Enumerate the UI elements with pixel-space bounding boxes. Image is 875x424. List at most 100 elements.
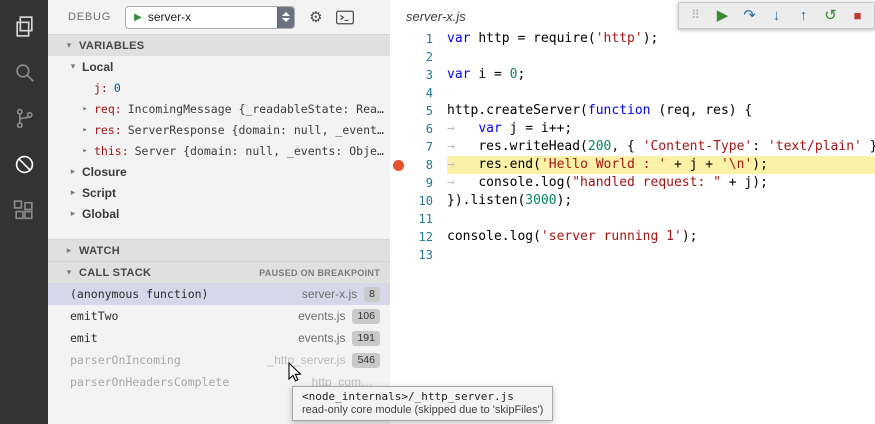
glyph-margin[interactable] — [390, 210, 407, 228]
code-text — [447, 210, 875, 228]
vscode-window: DEBUG ▶ server-x ⚙ ▾ VARIABLES ▾ Local j — [0, 0, 875, 424]
glyph-margin[interactable] — [390, 138, 407, 156]
start-debug-icon[interactable]: ▶ — [126, 12, 148, 23]
code-line[interactable]: 8→ res.end('Hello World : ' + j + '\n'); — [390, 156, 875, 174]
code-line[interactable]: 6→ var j = i++; — [390, 120, 875, 138]
frame-file: _http_server.js — [267, 353, 345, 367]
line-number: 9 — [407, 174, 447, 192]
config-name[interactable]: server-x — [148, 10, 277, 24]
tooltip-description: read-only core module (skipped due to 's… — [302, 404, 543, 416]
step-out-button[interactable]: ↑ — [790, 3, 817, 28]
variable-row-req[interactable]: ▸ req: IncomingMessage {_readableState: … — [48, 98, 390, 119]
step-into-button[interactable]: ↓ — [763, 3, 790, 28]
frame-name: parserOnIncoming — [70, 353, 267, 367]
variables-label: VARIABLES — [79, 40, 144, 52]
frame-file: events.js — [298, 331, 345, 345]
debug-console-icon[interactable] — [335, 9, 355, 26]
variable-row-res[interactable]: ▸ res: ServerResponse {domain: null, _ev… — [48, 119, 390, 140]
continue-button[interactable]: ▶ — [709, 3, 736, 28]
chevron-right-icon[interactable]: ▸ — [80, 125, 90, 135]
glyph-margin[interactable] — [390, 228, 407, 246]
callstack-frame[interactable]: emit events.js 191 — [48, 327, 390, 349]
code-lines: 1var http = require('http');23var i = 0;… — [390, 30, 875, 264]
scope-global[interactable]: ▸ Global — [48, 203, 390, 224]
scope-script[interactable]: ▸ Script — [48, 182, 390, 203]
variable-row-j[interactable]: j: 0 — [48, 77, 390, 98]
search-icon — [12, 60, 37, 90]
frame-line-badge: 8 — [364, 287, 380, 302]
activity-item-explorer[interactable] — [0, 6, 48, 52]
activity-bar — [0, 0, 48, 424]
code-line[interactable]: 7→ res.writeHead(200, { 'Content-Type': … — [390, 138, 875, 156]
git-branch-icon — [12, 106, 37, 136]
variable-value: IncomingMessage {_readableState: Readabl… — [128, 102, 390, 116]
step-over-button[interactable]: ↷ — [736, 3, 763, 28]
code-text: → console.log("handled request: " + j); — [447, 174, 875, 192]
select-arrows-icon[interactable] — [277, 6, 294, 29]
code-text — [447, 48, 875, 66]
breakpoint-icon[interactable] — [390, 156, 407, 174]
glyph-margin[interactable] — [390, 192, 407, 210]
code-line[interactable]: 2 — [390, 48, 875, 66]
watch-section-header[interactable]: ▸ WATCH — [48, 239, 390, 261]
line-number: 4 — [407, 84, 447, 102]
variable-row-this[interactable]: ▸ this: Server {domain: null, _events: O… — [48, 140, 390, 161]
callstack-frame[interactable]: parserOnIncoming _http_server.js 546 — [48, 349, 390, 371]
debug-icon — [12, 152, 37, 182]
frame-name: parserOnHeadersComplete — [70, 375, 305, 389]
line-number: 10 — [407, 192, 447, 210]
scope-label: Closure — [82, 165, 127, 179]
chevron-right-icon[interactable]: ▸ — [80, 104, 90, 114]
stop-button[interactable]: ■ — [844, 3, 871, 28]
glyph-margin[interactable] — [390, 30, 407, 48]
gear-icon[interactable]: ⚙ — [309, 8, 322, 26]
scope-closure[interactable]: ▸ Closure — [48, 161, 390, 182]
code-text: console.log('server running 1'); — [447, 228, 875, 246]
glyph-margin[interactable] — [390, 174, 407, 192]
line-number: 13 — [407, 246, 447, 264]
code-line[interactable]: 12console.log('server running 1'); — [390, 228, 875, 246]
line-number: 12 — [407, 228, 447, 246]
code-text: → res.writeHead(200, { 'Content-Type': '… — [447, 138, 875, 156]
line-number: 8 — [407, 156, 447, 174]
frame-line-badge: 106 — [352, 309, 380, 324]
scope-local[interactable]: ▾ Local — [48, 56, 390, 77]
variable-name: this: — [94, 144, 129, 158]
variables-section-header[interactable]: ▾ VARIABLES — [48, 34, 390, 56]
code-line[interactable]: 10}).listen(3000); — [390, 192, 875, 210]
files-icon — [12, 14, 37, 44]
code-line[interactable]: 3var i = 0; — [390, 66, 875, 84]
activity-item-search[interactable] — [0, 52, 48, 98]
scope-label: Script — [82, 186, 116, 200]
glyph-margin[interactable] — [390, 84, 407, 102]
activity-item-source-control[interactable] — [0, 98, 48, 144]
callstack-frame[interactable]: (anonymous function) server-x.js 8 — [48, 283, 390, 305]
glyph-margin[interactable] — [390, 102, 407, 120]
glyph-margin[interactable] — [390, 48, 407, 66]
drag-handle[interactable]: ⠿ — [682, 3, 709, 28]
code-line[interactable]: 5http.createServer(function (req, res) { — [390, 102, 875, 120]
restart-button[interactable]: ↺ — [817, 3, 844, 28]
activity-item-debug[interactable] — [0, 144, 48, 190]
callstack-section-header[interactable]: ▾ CALL STACK PAUSED ON BREAKPOINT — [48, 261, 390, 283]
frame-file: server-x.js — [302, 287, 357, 301]
code-line[interactable]: 9→ console.log("handled request: " + j); — [390, 174, 875, 192]
activity-item-extensions[interactable] — [0, 190, 48, 236]
frame-line-badge: 546 — [352, 353, 380, 368]
code-line[interactable]: 4 — [390, 84, 875, 102]
callstack-frame[interactable]: emitTwo events.js 106 — [48, 305, 390, 327]
code-text: var i = 0; — [447, 66, 875, 84]
variable-name: j: — [94, 81, 108, 95]
debug-config-picker[interactable]: ▶ server-x — [125, 6, 295, 29]
glyph-margin[interactable] — [390, 120, 407, 138]
chevron-right-icon[interactable]: ▸ — [80, 146, 90, 156]
glyph-margin[interactable] — [390, 246, 407, 264]
code-line[interactable]: 13 — [390, 246, 875, 264]
glyph-margin[interactable] — [390, 66, 407, 84]
code-line[interactable]: 1var http = require('http'); — [390, 30, 875, 48]
line-number: 1 — [407, 30, 447, 48]
code-line[interactable]: 11 — [390, 210, 875, 228]
tooltip-path: <node_internals>/_http_server.js — [302, 390, 543, 403]
line-number: 6 — [407, 120, 447, 138]
editor: server-x.js ⠿ ▶ ↷ ↓ ↑ ↺ ■ 1var http = re… — [390, 0, 875, 424]
